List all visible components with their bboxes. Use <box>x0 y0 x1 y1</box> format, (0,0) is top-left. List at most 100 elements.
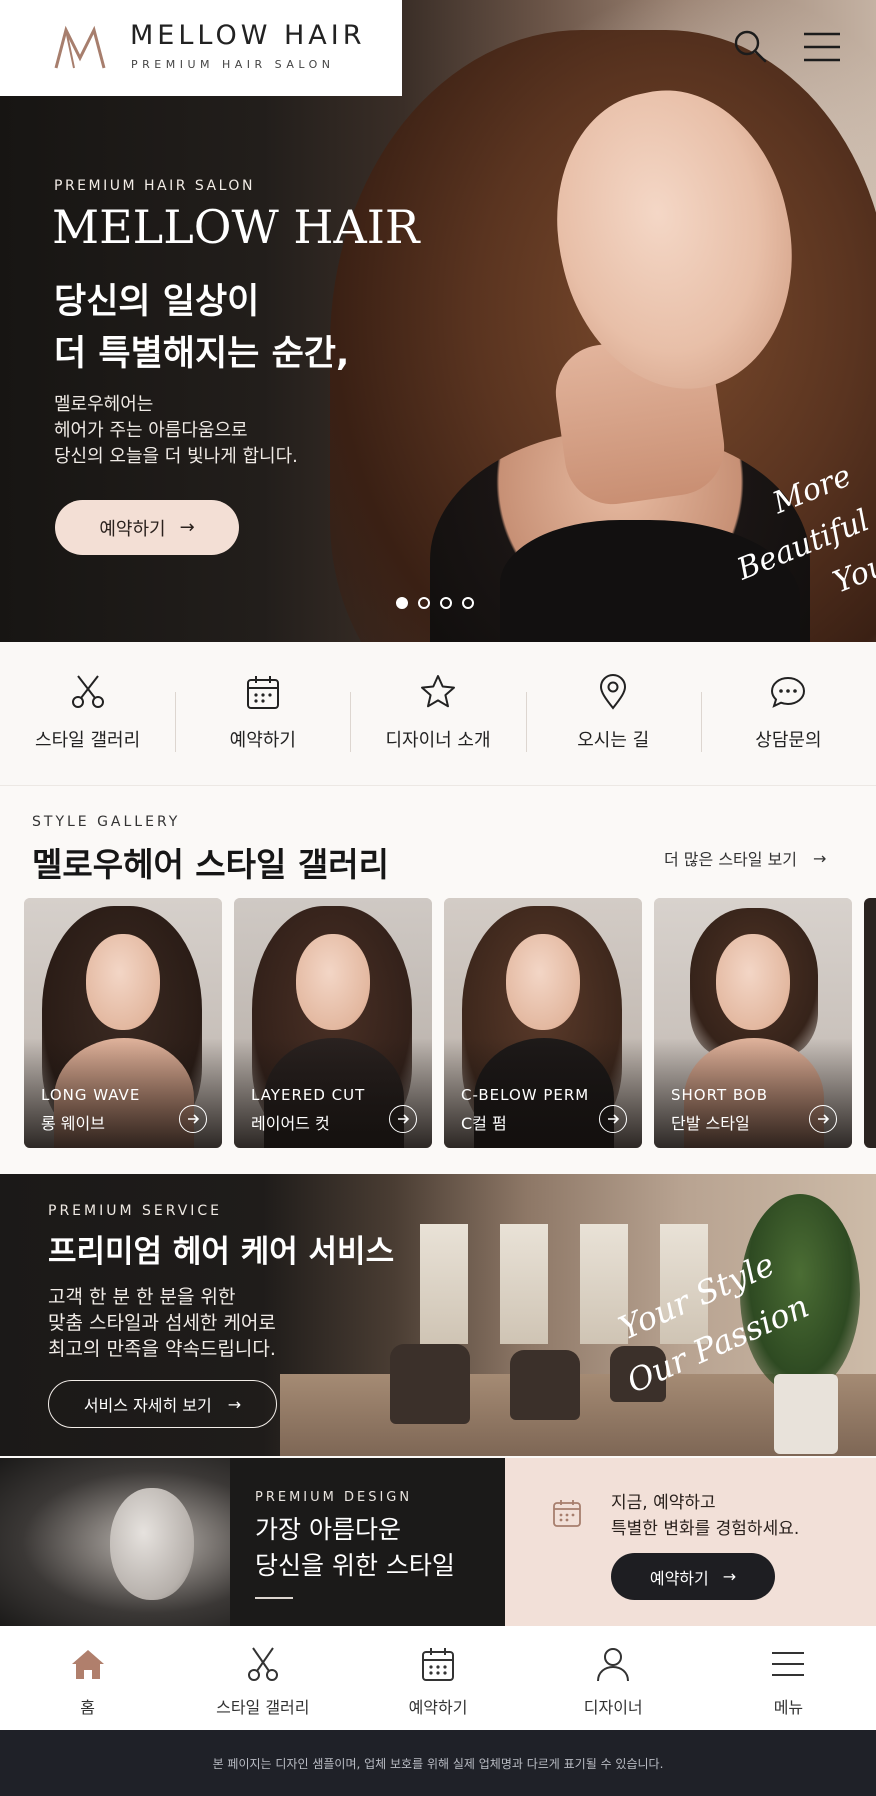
calendar-icon <box>422 1648 454 1681</box>
gallery-card-short-bob[interactable]: SHORT BOB 단발 스타일 <box>654 898 852 1148</box>
search-icon[interactable] <box>732 28 768 64</box>
gallery-carousel[interactable]: LONG WAVE 롱 웨이브 LAYERED CUT 레이어드 컷 C-BEL… <box>24 898 876 1150</box>
gallery-card-long-wave[interactable]: LONG WAVE 롱 웨이브 <box>24 898 222 1148</box>
hero-slide-indicator <box>396 597 474 609</box>
salon-plant-pot <box>774 1374 838 1454</box>
chat-bubble-icon <box>771 676 806 708</box>
card-title-ko: C컬 펌 <box>461 1114 507 1133</box>
bottom-nav-gallery[interactable]: 스타일 갤러리 <box>175 1626 350 1730</box>
quick-menu-label: 상담문의 <box>755 730 822 751</box>
star-icon <box>421 675 455 708</box>
card-model-face <box>296 934 370 1030</box>
gallery-more-label: 더 많은 스타일 보기 <box>664 850 798 869</box>
card-title-en: LONG WAVE <box>41 1086 141 1104</box>
logo-title[interactable]: MELLOW HAIR <box>130 20 366 51</box>
gallery-card-c-below-perm[interactable]: C-BELOW PERM C컬 펌 <box>444 898 642 1148</box>
slide-dot[interactable] <box>396 597 408 609</box>
design-divider <box>255 1597 293 1599</box>
service-description: 고객 한 분 한 분을 위한 맞춤 스타일과 섬세한 케어로 최고의 만족을 약… <box>48 1286 276 1360</box>
card-title-en: SHORT BOB <box>671 1086 768 1104</box>
home-icon <box>71 1650 104 1679</box>
arrow-right-icon: → <box>179 517 195 538</box>
hero-reserve-button[interactable]: 예약하기 → <box>55 500 239 555</box>
calendar-icon <box>553 1500 581 1527</box>
service-detail-button[interactable]: 서비스 자세히 보기 → <box>48 1380 277 1428</box>
card-arrow-button[interactable] <box>179 1105 207 1133</box>
quick-menu-label: 오시는 길 <box>577 730 650 751</box>
mellow-hair-logo-icon[interactable] <box>52 24 108 72</box>
card-model-face <box>716 934 790 1030</box>
salon-mirror <box>500 1224 548 1344</box>
user-icon <box>597 1648 630 1682</box>
arrow-right-icon <box>398 1114 410 1124</box>
bottom-nav-home[interactable]: 홈 <box>0 1626 175 1730</box>
card-arrow-button[interactable] <box>809 1105 837 1133</box>
hero-description: 멜로우헤어는 헤어가 주는 아름다움으로 당신의 오늘을 더 빛나게 합니다. <box>54 394 298 467</box>
reserve-text: 지금, 예약하고 특별한 변화를 경험하세요. <box>611 1493 800 1539</box>
bottom-nav-reserve[interactable]: 예약하기 <box>350 1626 525 1730</box>
footer-notice-text: 본 페이지는 디자인 샘플이며, 업체 보호를 위해 실제 업체명과 다르게 표… <box>212 1756 664 1771</box>
bottom-nav-label: 예약하기 <box>408 1698 468 1717</box>
bottom-nav-menu[interactable]: 메뉴 <box>701 1626 876 1730</box>
calendar-icon <box>246 676 279 709</box>
slide-dot[interactable] <box>462 597 474 609</box>
hero-reserve-label: 예약하기 <box>99 518 166 540</box>
card-arrow-button[interactable] <box>389 1105 417 1133</box>
slide-dot[interactable] <box>440 597 452 609</box>
quick-menu-designer[interactable]: 디자이너 소개 <box>350 642 525 785</box>
scissors-icon <box>71 675 104 708</box>
design-model-face <box>110 1488 194 1600</box>
card-title-ko: 롱 웨이브 <box>41 1114 105 1133</box>
bottom-nav-label: 홈 <box>80 1698 95 1717</box>
bottom-nav-label: 디자이너 <box>583 1698 643 1717</box>
quick-menu-label: 스타일 갤러리 <box>35 730 141 751</box>
arrow-right-icon <box>608 1114 620 1124</box>
design-title: 가장 아름다운 당신을 위한 스타일 <box>255 1515 455 1580</box>
quick-menu-location[interactable]: 오시는 길 <box>525 642 701 785</box>
gallery-card-layered-cut[interactable]: LAYERED CUT 레이어드 컷 <box>234 898 432 1148</box>
hero-eyebrow: PREMIUM HAIR SALON <box>54 178 255 194</box>
card-title-ko: 단발 스타일 <box>671 1114 750 1133</box>
gallery-more-link[interactable]: 더 많은 스타일 보기 → <box>664 846 826 870</box>
slide-dot[interactable] <box>418 597 430 609</box>
service-title: 프리미엄 헤어 케어 서비스 <box>48 1234 395 1270</box>
quick-menu-label: 예약하기 <box>229 730 296 751</box>
arrow-right-icon <box>188 1114 200 1124</box>
quick-menu-reserve[interactable]: 예약하기 <box>175 642 350 785</box>
service-eyebrow: PREMIUM SERVICE <box>48 1203 223 1219</box>
card-model-face <box>506 934 580 1030</box>
quick-menu-gallery[interactable]: 스타일 갤러리 <box>0 642 175 785</box>
design-eyebrow: PREMIUM DESIGN <box>255 1490 413 1505</box>
gallery-title: 멜로우헤어 스타일 갤러리 <box>32 845 389 884</box>
arrow-right-icon <box>818 1114 830 1124</box>
arrow-right-icon: → <box>227 1394 242 1414</box>
bottom-nav-label: 메뉴 <box>773 1698 804 1717</box>
bottom-navigation: 홈 스타일 갤러리 예약하기 디자이너 메뉴 <box>0 1626 876 1730</box>
quick-menu-label: 디자이너 소개 <box>385 730 491 751</box>
service-detail-label: 서비스 자세히 보기 <box>83 1396 212 1415</box>
bottom-nav-designer[interactable]: 디자이너 <box>526 1626 701 1730</box>
salon-chair <box>510 1350 580 1420</box>
reserve-banner <box>505 1458 876 1626</box>
reserve-button[interactable]: 예약하기 → <box>611 1553 775 1600</box>
gallery-eyebrow: STYLE GALLERY <box>32 814 181 830</box>
footer-notice: 본 페이지는 디자인 샘플이며, 업체 보호를 위해 실제 업체명과 다르게 표… <box>0 1730 876 1796</box>
gallery-card-partial[interactable] <box>864 898 876 1148</box>
card-model-face <box>86 934 160 1030</box>
hamburger-menu-icon[interactable] <box>802 30 842 64</box>
bottom-nav-label: 스타일 갤러리 <box>216 1698 310 1717</box>
reserve-button-label: 예약하기 <box>649 1568 709 1588</box>
arrow-right-icon: → <box>722 1567 737 1586</box>
arrow-right-icon: → <box>813 848 827 868</box>
card-title-en: LAYERED CUT <box>251 1086 366 1104</box>
scissors-icon <box>247 1647 278 1681</box>
card-arrow-button[interactable] <box>599 1105 627 1133</box>
map-pin-icon <box>600 674 627 710</box>
card-title-en: C-BELOW PERM <box>461 1086 590 1104</box>
salon-chair <box>390 1344 470 1424</box>
hero-headline: 당신의 일상이 더 특별해지는 순간, <box>54 282 350 374</box>
card-title-ko: 레이어드 컷 <box>251 1114 330 1133</box>
salon-mirror <box>420 1224 468 1344</box>
quick-menu-contact[interactable]: 상담문의 <box>700 642 876 785</box>
quick-menu: 스타일 갤러리 예약하기 디자이너 소개 오시는 길 상담문의 <box>0 642 876 786</box>
